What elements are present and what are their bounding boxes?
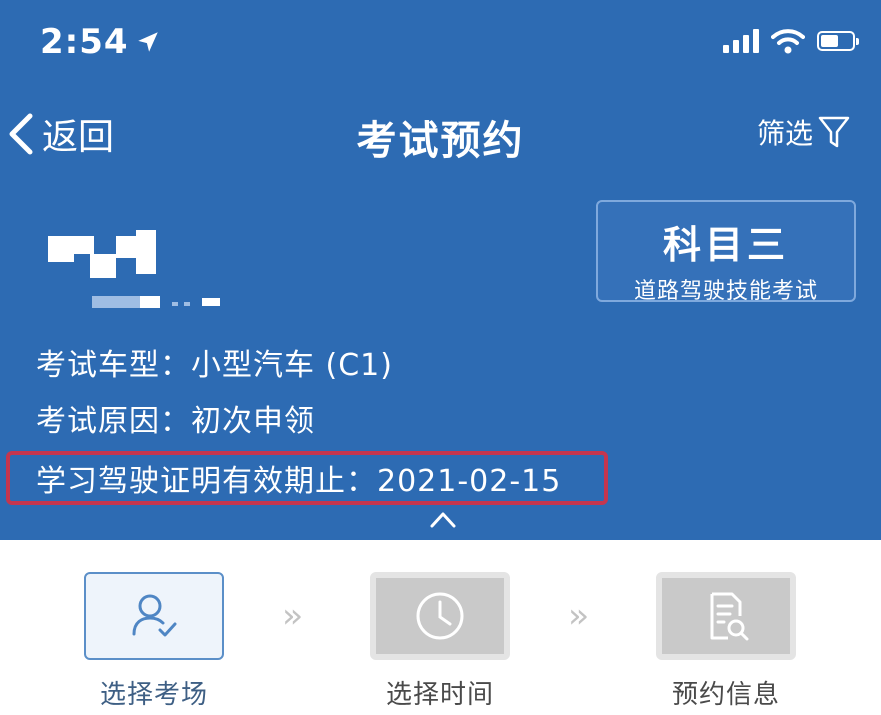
cellular-signal-icon: [723, 29, 759, 53]
step-select-time[interactable]: 选择时间: [370, 572, 510, 710]
filter-label: 筛选: [756, 117, 813, 150]
status-time: 2:54: [40, 22, 161, 62]
wifi-icon: [771, 29, 805, 54]
step-label: 预约信息: [671, 680, 780, 710]
step-box: [370, 572, 510, 660]
status-icons: [723, 28, 859, 54]
funnel-icon: [818, 116, 850, 148]
highlight-annotation: [6, 451, 608, 505]
user-check-icon: [132, 594, 177, 637]
filter-button[interactable]: 筛选: [757, 112, 851, 152]
header-panel: 2:54 返回 考试预约 筛选 科目三 道路驾驶技能考试 考试车型：小型汽车 (…: [0, 0, 881, 540]
subject-description: 道路驾驶技能考试: [633, 279, 818, 304]
masked-applicant-name: [48, 230, 220, 320]
document-search-icon: [710, 592, 749, 641]
subject-name: 科目三: [662, 223, 789, 267]
chevron-up-icon[interactable]: [428, 508, 458, 530]
battery-fill: [821, 35, 838, 47]
step-select-venue[interactable]: 选择考场: [84, 572, 224, 710]
step-booking-info[interactable]: 预约信息: [656, 572, 796, 710]
vehicle-type-value: 小型汽车 (C1): [191, 348, 393, 383]
step-label: 选择时间: [385, 680, 494, 710]
subject-badge[interactable]: 科目三 道路驾驶技能考试: [596, 200, 856, 304]
back-button[interactable]: 返回: [6, 108, 114, 160]
double-chevron-right-icon: ››: [282, 596, 303, 636]
location-arrow-icon: [137, 32, 158, 52]
step-box: [84, 572, 224, 660]
step-label: 选择考场: [99, 680, 208, 710]
double-chevron-right-icon: ››: [568, 596, 589, 636]
vehicle-type-row: 考试车型：小型汽车 (C1): [36, 340, 393, 384]
page-title: 考试预约: [356, 118, 525, 164]
vehicle-type-label: 考试车型：: [36, 348, 191, 383]
clock-icon: [416, 592, 464, 640]
exam-reason-value: 初次申领: [191, 404, 315, 439]
exam-reason-label: 考试原因：: [36, 404, 191, 439]
chevron-left-icon: [9, 113, 33, 155]
step-box: [656, 572, 796, 660]
status-time-text: 2:54: [40, 22, 129, 62]
back-label: 返回: [42, 117, 115, 158]
exam-reason-row: 考试原因：初次申领: [36, 396, 315, 440]
battery-icon: [817, 31, 859, 51]
